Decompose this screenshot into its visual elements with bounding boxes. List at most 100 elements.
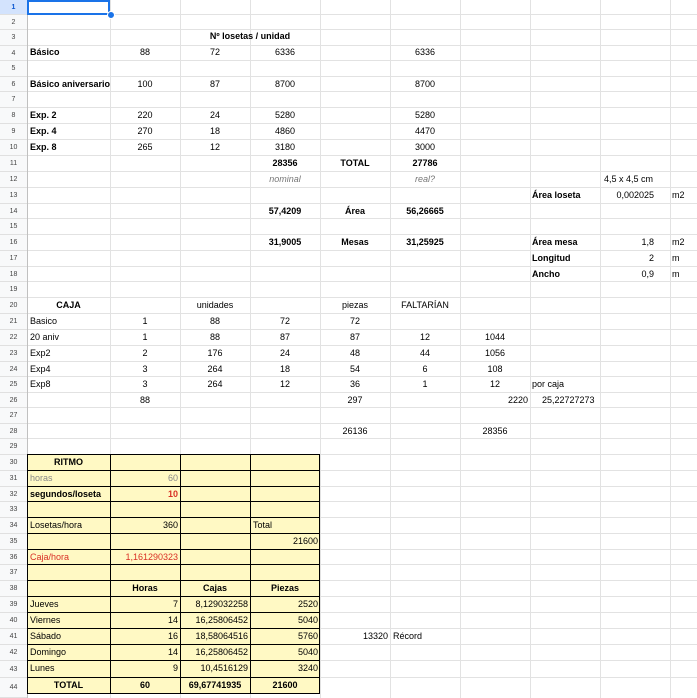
day-cell-piezas[interactable]: 2520 [250,597,318,612]
day-cell-cajas[interactable]: 16,25806452 [180,645,248,660]
label-total-ritmo[interactable]: Total [251,518,313,533]
row-number[interactable]: 8 [0,108,27,124]
caja-cell-g[interactable]: 12 [460,377,530,392]
row-number[interactable]: 27 [0,408,27,424]
row-number[interactable]: 40 [0,613,27,629]
cell-exp4-d[interactable]: 4470 [390,124,460,139]
label-record[interactable]: Récord [391,629,453,644]
cell-total-ritmo[interactable]: 21600 [250,534,318,549]
row-number[interactable]: 43 [0,661,27,678]
row-number[interactable]: 24 [0,362,27,377]
cell-exp8-c[interactable]: 3180 [250,140,320,155]
row-number[interactable]: 6 [0,77,27,92]
row-number[interactable]: 34 [0,518,27,534]
day-cell-horas[interactable]: 7 [110,597,178,612]
cell-area-loseta-unit[interactable]: m2 [670,188,697,203]
caja-cell-p[interactable]: 54 [320,362,390,377]
cell-caja-sum-p[interactable]: 297 [320,393,390,408]
caja-cell-p[interactable]: 87 [320,330,390,345]
caja-cell-name[interactable]: Exp2 [28,346,110,361]
label-horas[interactable]: horas [28,471,110,486]
cell-ancho[interactable]: 0,9 [600,267,654,282]
label-area-mesa[interactable]: Área mesa [530,235,602,250]
day-cell-piezas[interactable]: 3240 [250,661,318,676]
cell-exp8-b[interactable]: 12 [180,140,250,155]
cell-mesas-real[interactable]: 31,25925 [390,235,460,250]
row-number[interactable]: 26 [0,393,27,408]
cell-caja-ratio[interactable]: 25,22727273 [540,393,622,408]
cell-record-value[interactable]: 13320 [320,629,388,644]
caja-cell-n[interactable]: 3 [110,377,180,392]
label-por-caja[interactable]: por caja [530,377,592,392]
caja-cell-g[interactable]: 1044 [460,330,530,345]
row-number[interactable]: 28 [0,424,27,439]
cell-area-loseta[interactable]: 0,002025 [600,188,654,203]
row-number[interactable]: 3 [0,30,27,46]
row-number[interactable]: 1 [0,0,27,15]
cell-exp8-a[interactable]: 265 [110,140,180,155]
header-piezas[interactable]: piezas [320,298,390,313]
cell-total-horas[interactable]: 60 [110,678,180,693]
caja-cell-f[interactable]: 12 [390,330,460,345]
caja-cell-g[interactable]: 108 [460,362,530,377]
cell-horas-value[interactable]: 60 [110,471,178,486]
label-segundos-loseta[interactable]: segundos/loseta [28,487,110,502]
caja-cell-name[interactable]: Basico [28,314,110,329]
day-cell-piezas[interactable]: 5760 [250,629,318,644]
row-number[interactable]: 10 [0,140,27,156]
header-horas[interactable]: Horas [110,581,180,596]
row-number[interactable]: 15 [0,219,27,235]
cell-mesas-nominal[interactable]: 31,9005 [250,235,320,250]
day-cell-cajas[interactable]: 18,58064516 [180,629,248,644]
cell-basico-d[interactable]: 6336 [390,45,460,60]
day-cell-horas[interactable]: 14 [110,613,178,628]
caja-cell-f[interactable]: 1 [390,377,460,392]
day-cell-piezas[interactable]: 5040 [250,613,318,628]
day-cell-horas[interactable]: 9 [110,661,178,676]
cell-basico-a[interactable]: 88 [110,45,180,60]
cell-longitud-unit[interactable]: m [670,251,697,266]
cell-ancho-unit[interactable]: m [670,267,697,282]
day-cell-cajas[interactable]: 8,129032258 [180,597,248,612]
cell-aniv-c[interactable]: 8700 [250,77,320,92]
header-cajas[interactable]: Cajas [180,581,250,596]
cell-longitud[interactable]: 2 [600,251,654,266]
caja-cell-n[interactable]: 1 [110,314,180,329]
day-cell-day[interactable]: Sábado [28,629,110,644]
label-basico[interactable]: Básico [28,45,120,60]
day-cell-horas[interactable]: 16 [110,629,178,644]
day-cell-day[interactable]: Domingo [28,645,110,660]
row-number[interactable]: 23 [0,346,27,362]
fill-handle[interactable] [107,11,115,19]
row-number[interactable]: 21 [0,314,27,330]
cell-area-mesa-unit[interactable]: m2 [670,235,697,250]
label-losetas-hora[interactable]: Losetas/hora [28,518,110,533]
caja-cell-u[interactable]: 88 [180,314,250,329]
caja-cell-n[interactable]: 1 [110,330,180,345]
label-basico-aniversario[interactable]: Básico aniversario [28,77,120,92]
cell-area-real[interactable]: 56,26665 [390,204,460,219]
cell-exp2-b[interactable]: 24 [180,108,250,123]
cell-exp2-c[interactable]: 5280 [250,108,320,123]
cell-caja-total-p[interactable]: 26136 [320,424,390,439]
cell-caja-sum-n[interactable]: 88 [110,393,180,408]
label-area[interactable]: Área [320,204,390,219]
cell-total-cajas[interactable]: 69,67741935 [180,678,250,693]
day-cell-cajas[interactable]: 16,25806452 [180,613,248,628]
row-number[interactable]: 25 [0,377,27,393]
header-losetas-unidad[interactable]: Nº losetas / unidad [180,29,320,44]
row-number[interactable]: 9 [0,124,27,140]
label-area-loseta[interactable]: Área loseta [530,188,602,203]
row-number[interactable]: 20 [0,298,27,314]
cell-exp4-a[interactable]: 270 [110,124,180,139]
cell-losetas-hora[interactable]: 360 [110,518,178,533]
cell-caja-hora[interactable]: 1,161290323 [110,550,178,565]
header-unidades[interactable]: unidades [180,298,250,313]
cell-caja-sum-g[interactable]: 2220 [460,393,528,408]
cell-sum-real[interactable]: 27786 [390,156,460,171]
cell-exp2-d[interactable]: 5280 [390,108,460,123]
header-faltarian[interactable]: FALTARÍAN [390,298,460,313]
label-total[interactable]: TOTAL [320,156,390,171]
caja-cell-n[interactable]: 2 [110,346,180,361]
cell-exp2-a[interactable]: 220 [110,108,180,123]
